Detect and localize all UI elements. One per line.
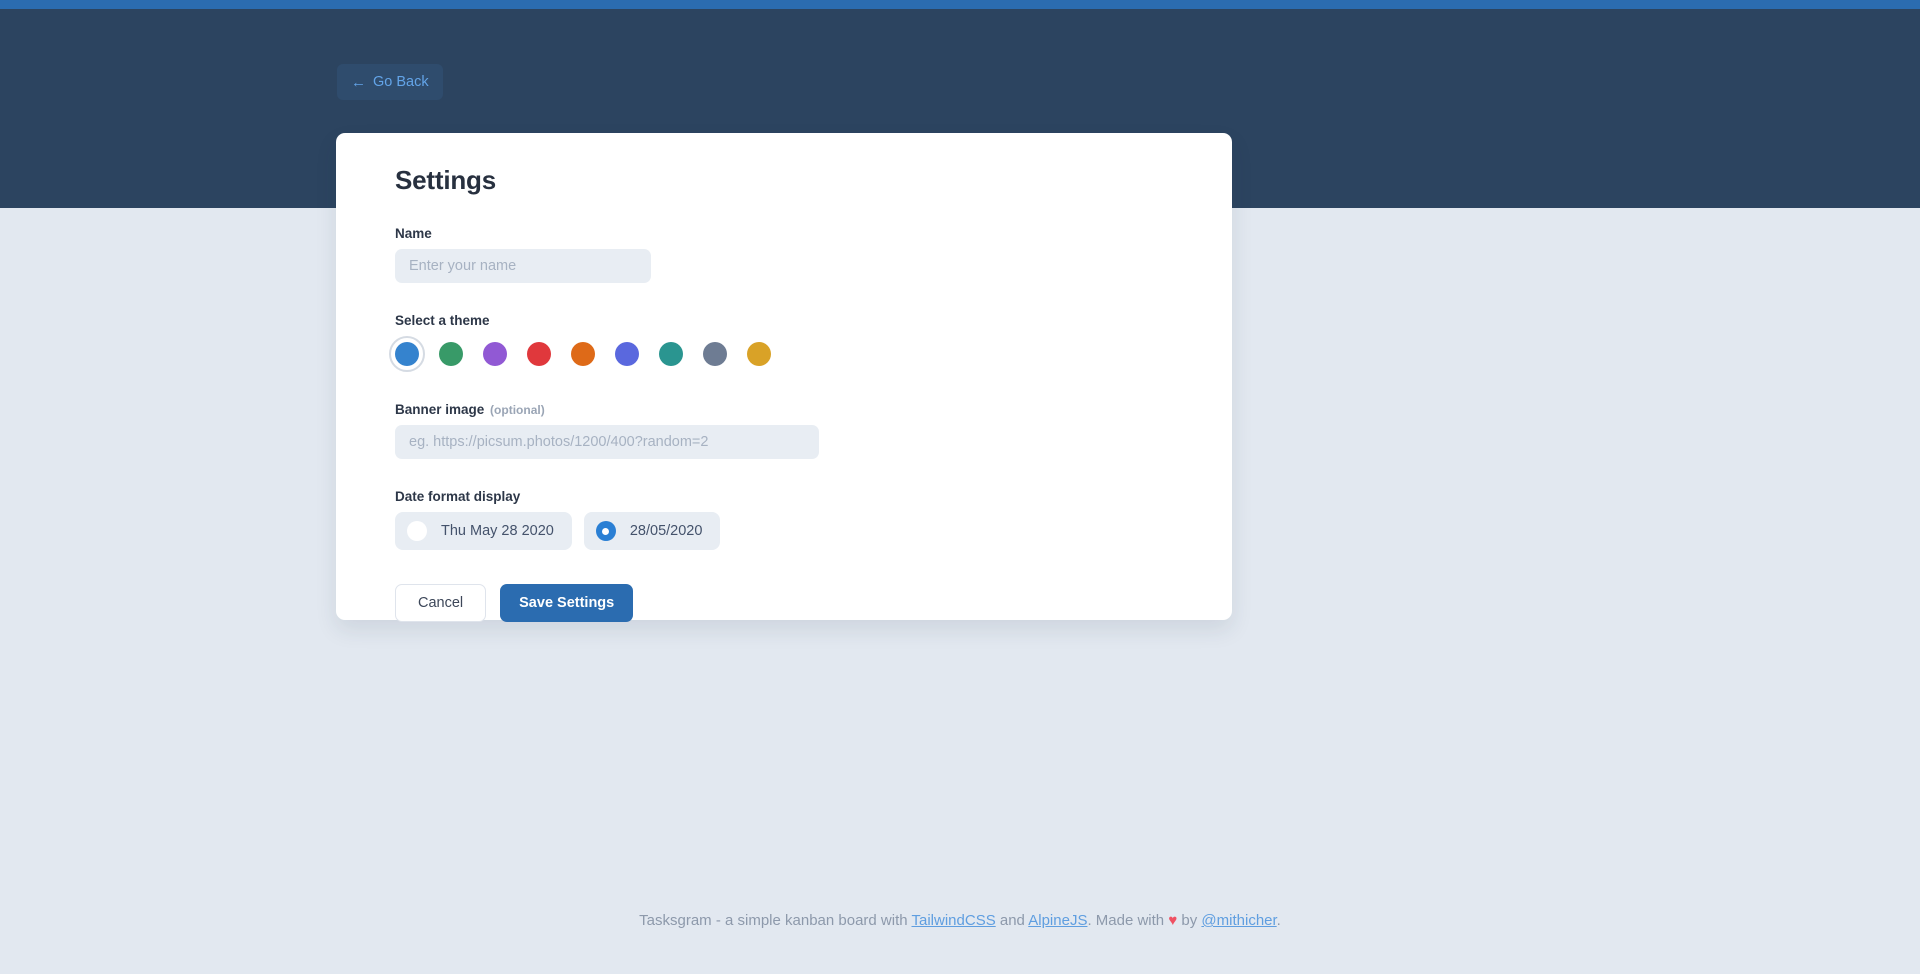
date-format-option-long-label: Thu May 28 2020 <box>441 523 554 539</box>
footer-text-and: and <box>995 912 1029 929</box>
cancel-button[interactable]: Cancel <box>395 584 487 622</box>
swatch-color-green <box>439 342 463 366</box>
date-format-option-short-label: 28/05/2020 <box>629 523 703 539</box>
radio-checked-icon <box>595 521 616 541</box>
theme-swatch-row <box>389 336 1232 372</box>
swatch-color-purple <box>483 342 507 366</box>
name-label: Name <box>395 226 432 241</box>
theme-swatch-orange[interactable] <box>565 336 601 372</box>
page-title: Settings <box>395 165 496 195</box>
save-settings-button[interactable]: Save Settings <box>500 584 634 622</box>
go-back-button[interactable]: ← Go Back <box>337 64 443 100</box>
footer: Tasksgram - a simple kanban board with T… <box>0 912 1920 929</box>
theme-swatch-gray[interactable] <box>697 336 733 372</box>
footer-link-tailwindcss[interactable]: TailwindCSS <box>912 912 996 929</box>
name-input[interactable] <box>395 249 651 283</box>
banner-label-text: Banner image <box>395 402 485 417</box>
footer-link-author[interactable]: @mithicher <box>1201 912 1276 929</box>
theme-swatch-green[interactable] <box>433 336 469 372</box>
card-actions: Cancel Save Settings <box>395 584 1232 622</box>
theme-swatch-teal[interactable] <box>653 336 689 372</box>
settings-form: Name Select a theme <box>389 226 1232 622</box>
footer-text-end: . <box>1276 912 1281 929</box>
swatch-color-indigo <box>615 342 639 366</box>
swatch-color-orange <box>571 342 595 366</box>
theme-label: Select a theme <box>395 313 490 328</box>
heart-icon: ♥ <box>1168 912 1178 929</box>
footer-text-start: Tasksgram - a simple kanban board with <box>639 912 912 929</box>
swatch-color-blue <box>395 342 419 366</box>
footer-text-by: by <box>1177 912 1202 929</box>
theme-swatch-indigo[interactable] <box>609 336 645 372</box>
banner-image-input[interactable] <box>395 425 819 459</box>
theme-swatch-yellow[interactable] <box>741 336 777 372</box>
footer-text-made: . Made with <box>1087 912 1169 929</box>
go-back-label: Go Back <box>373 74 429 90</box>
banner-optional-tag: (optional) <box>490 403 545 417</box>
radio-unchecked-icon <box>407 521 427 541</box>
date-format-option-short[interactable]: 28/05/2020 <box>583 512 721 550</box>
date-format-options: Thu May 28 2020 28/05/2020 <box>395 512 1232 550</box>
settings-card: Settings Name Select a theme <box>336 133 1232 622</box>
swatch-color-red <box>527 342 551 366</box>
date-format-option-long[interactable]: Thu May 28 2020 <box>395 512 572 550</box>
footer-link-alpinejs[interactable]: AlpineJS <box>1028 912 1087 929</box>
back-arrow-icon: ← <box>351 73 366 91</box>
theme-swatch-red[interactable] <box>521 336 557 372</box>
swatch-color-gray <box>703 342 727 366</box>
date-format-label: Date format display <box>395 489 521 504</box>
banner-label: Banner image (optional) <box>395 402 1232 417</box>
theme-swatch-blue[interactable] <box>389 336 425 372</box>
swatch-color-teal <box>659 342 683 366</box>
top-accent-strip <box>0 0 1920 9</box>
theme-swatch-purple[interactable] <box>477 336 513 372</box>
swatch-color-yellow <box>747 342 771 366</box>
